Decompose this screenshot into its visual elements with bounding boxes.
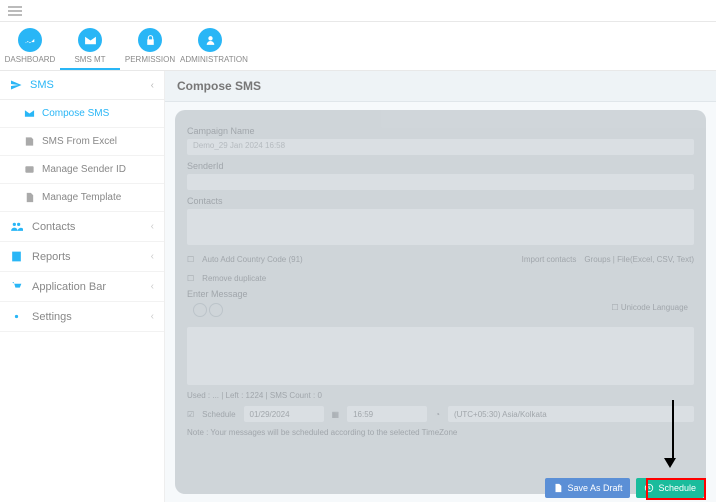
clock-icon: [644, 483, 654, 493]
button-label: Schedule: [658, 483, 696, 493]
users-icon: [10, 220, 26, 233]
sidebar-compose-sms[interactable]: Compose SMS: [0, 100, 164, 128]
tab-smsmt[interactable]: SMS MT: [60, 22, 120, 70]
senderid-input[interactable]: [187, 174, 694, 190]
save-draft-button[interactable]: Save As Draft: [545, 478, 630, 498]
sidebar-sms-excel[interactable]: SMS From Excel: [0, 128, 164, 156]
sidebar-label: SMS: [30, 79, 54, 91]
senderid-label: SenderId: [187, 161, 694, 171]
emoji-icon[interactable]: [193, 303, 207, 317]
sidebar-contacts[interactable]: Contacts ‹: [0, 212, 164, 242]
contacts-label: Contacts: [187, 196, 694, 206]
file-icon: [22, 192, 36, 203]
sidebar: SMS ‹ Compose SMS SMS From Excel Manage …: [0, 71, 165, 502]
contacts-input[interactable]: [187, 209, 694, 245]
file-icon: [553, 483, 563, 493]
timezone-note: Note : Your messages will be scheduled a…: [187, 428, 694, 437]
topbar: [0, 0, 716, 22]
compose-form: Campaign Name Demo_29 Jan 2024 16:58 Sen…: [175, 110, 706, 494]
sidebar-item-label: Compose SMS: [42, 108, 109, 119]
message-input[interactable]: [187, 327, 694, 385]
schedule-date-input[interactable]: 01/29/2024: [244, 406, 324, 422]
tab-label: ADMINISTRATION: [180, 55, 240, 64]
message-label: Enter Message: [187, 289, 694, 299]
tab-label: SMS MT: [60, 55, 120, 64]
chevron-left-icon: ‹: [151, 311, 154, 322]
sidebar-item-label: Settings: [32, 311, 72, 323]
sidebar-item-label: Reports: [32, 251, 71, 263]
chevron-left-icon: ‹: [151, 281, 154, 292]
schedule-time-input[interactable]: 16:59: [347, 406, 427, 422]
unicode-label[interactable]: Unicode: [621, 303, 650, 312]
chevron-left-icon: ‹: [151, 221, 154, 232]
autocc-label[interactable]: Auto Add Country Code (91): [202, 255, 303, 264]
sidebar-appbar[interactable]: Application Bar ‹: [0, 272, 164, 302]
sidebar-item-label: Manage Template: [42, 192, 121, 203]
import-links[interactable]: Groups | File(Excel, CSV, Text): [584, 255, 694, 264]
schedule-button[interactable]: Schedule: [636, 478, 704, 498]
tab-label: DASHBOARD: [0, 55, 60, 64]
sidebar-item-label: Manage Sender ID: [42, 164, 126, 175]
menu-toggle-icon[interactable]: [8, 4, 22, 18]
remove-dup-label[interactable]: Remove duplicate: [202, 274, 266, 283]
chevron-left-icon: ‹: [151, 251, 154, 262]
button-label: Save As Draft: [567, 483, 622, 493]
sidebar-item-label: SMS From Excel: [42, 136, 117, 147]
gear-icon: [10, 310, 26, 323]
sidebar-manage-template[interactable]: Manage Template: [0, 184, 164, 212]
import-label: Import contacts: [522, 255, 577, 264]
timezone-select[interactable]: (UTC+05:30) Asia/Kolkata: [448, 406, 694, 422]
sidebar-manage-sender[interactable]: Manage Sender ID: [0, 156, 164, 184]
envelope-icon: [22, 108, 36, 119]
tab-permission[interactable]: PERMISSION: [120, 22, 180, 70]
cart-icon: [10, 280, 26, 293]
tab-administration[interactable]: ADMINISTRATION: [180, 22, 240, 70]
language-label[interactable]: Language: [652, 303, 688, 312]
sidebar-item-label: Contacts: [32, 221, 75, 233]
id-icon: [22, 164, 36, 175]
page-title: Compose SMS: [165, 71, 716, 102]
campaign-label: Campaign Name: [187, 126, 694, 136]
report-icon: [10, 250, 26, 263]
sidebar-sms[interactable]: SMS ‹: [0, 71, 164, 100]
chart-icon: [18, 28, 42, 52]
user-icon: [198, 28, 222, 52]
footer-actions: Save As Draft Schedule: [545, 478, 704, 498]
main-tabs: DASHBOARD SMS MT PERMISSION ADMINISTRATI…: [0, 22, 716, 71]
envelope-icon: [78, 28, 102, 52]
chevron-left-icon: ‹: [151, 80, 154, 91]
sidebar-item-label: Application Bar: [32, 281, 106, 293]
clock-icon[interactable]: ◔: [435, 410, 440, 419]
calendar-icon[interactable]: ▦: [332, 410, 340, 419]
sidebar-settings[interactable]: Settings ‹: [0, 302, 164, 332]
excel-icon: [22, 136, 36, 147]
sidebar-reports[interactable]: Reports ‹: [0, 242, 164, 272]
message-stats: Used : ... | Left : 1224 | SMS Count : 0: [187, 391, 694, 400]
template-icon[interactable]: [209, 303, 223, 317]
paperplane-icon: [10, 79, 22, 91]
tab-dashboard[interactable]: DASHBOARD: [0, 22, 60, 70]
main-content: Compose SMS Campaign Name Demo_29 Jan 20…: [165, 71, 716, 502]
schedule-checkbox-label[interactable]: Schedule: [202, 410, 235, 419]
tab-label: PERMISSION: [120, 55, 180, 64]
campaign-input[interactable]: Demo_29 Jan 2024 16:58: [187, 139, 694, 155]
lock-icon: [138, 28, 162, 52]
